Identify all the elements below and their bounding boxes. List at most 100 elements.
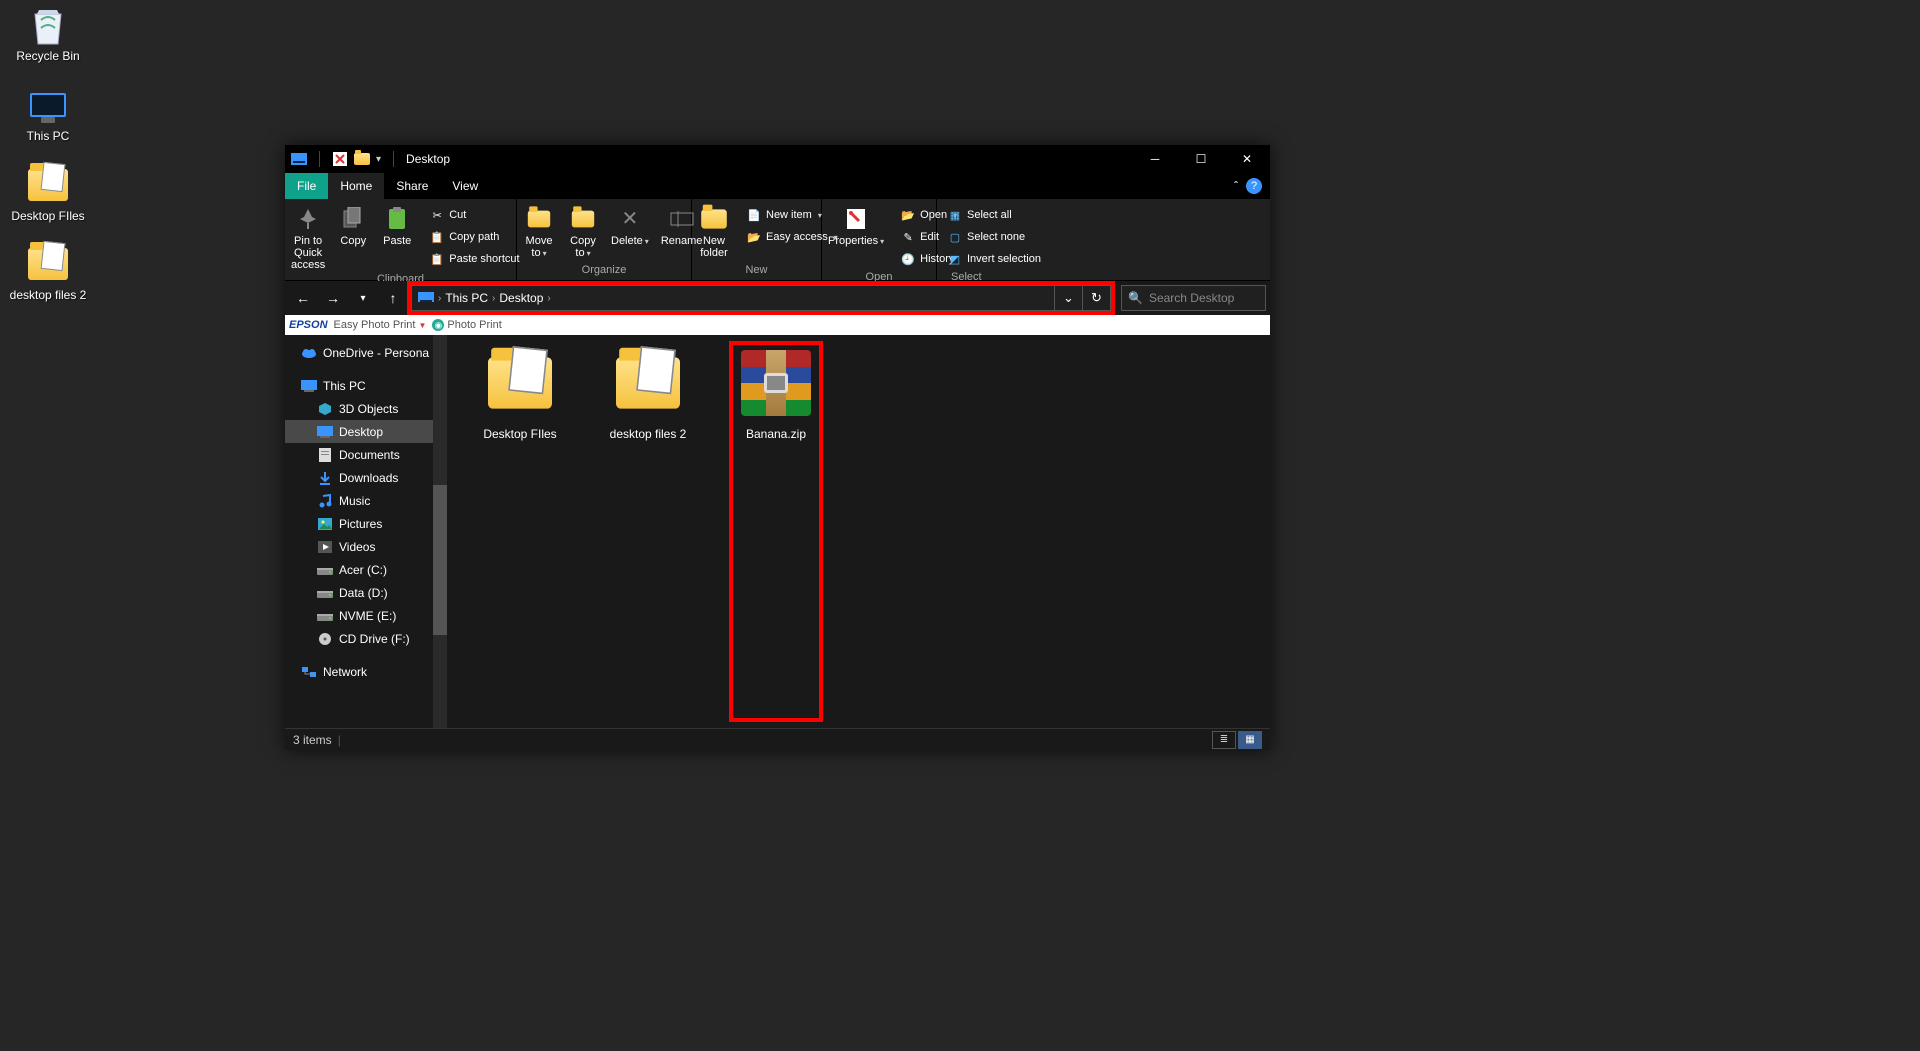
3d-icon xyxy=(317,401,333,417)
qat-properties-icon[interactable] xyxy=(332,151,348,167)
sidebar-item-cd-drive-f[interactable]: CD Drive (F:) xyxy=(285,627,447,650)
forward-button[interactable]: → xyxy=(319,284,347,312)
refresh-button[interactable]: ↻ xyxy=(1083,285,1111,311)
sidebar-item-pictures[interactable]: Pictures xyxy=(285,512,447,535)
address-history-button[interactable]: ⌄ xyxy=(1055,285,1083,311)
pin-icon xyxy=(292,205,324,233)
easy-access-icon: 📂 xyxy=(746,229,762,245)
epson-toolbar: EPSON Easy Photo Print ▼ ◉Photo Print xyxy=(285,315,1270,335)
sidebar-item-label: CD Drive (F:) xyxy=(339,632,410,646)
sidebar-item-label: NVME (E:) xyxy=(339,609,396,623)
epson-logo: EPSON xyxy=(289,319,328,331)
system-menu-icon[interactable] xyxy=(291,151,307,167)
net-icon xyxy=(301,664,317,680)
breadcrumb-desktop[interactable]: Desktop xyxy=(499,291,543,305)
desktop-icon-desktop-files[interactable]: Desktop FIles xyxy=(8,164,88,224)
sidebar-item-label: Network xyxy=(323,665,367,679)
sidebar-item-videos[interactable]: Videos xyxy=(285,535,447,558)
sidebar-item-music[interactable]: Music xyxy=(285,489,447,512)
tab-file[interactable]: File xyxy=(285,173,328,199)
move-to-icon xyxy=(523,205,555,233)
desktop-icon-this-pc[interactable]: This PC xyxy=(8,84,88,144)
large-icons-view-button[interactable]: ▦ xyxy=(1238,731,1262,749)
group-label-new: New xyxy=(692,264,821,280)
sidebar-item-network[interactable]: Network xyxy=(285,660,447,683)
sidebar-item-label: Data (D:) xyxy=(339,586,388,600)
sidebar-item-label: Desktop xyxy=(339,425,383,439)
pc-icon xyxy=(317,424,333,440)
doc-icon xyxy=(317,447,333,463)
delete-button[interactable]: ✕ Delete▾ xyxy=(605,203,655,249)
pin-to-quick-access-button[interactable]: Pin to Quick access xyxy=(285,203,331,273)
status-bar: 3 items | ≣ ▦ xyxy=(285,728,1270,750)
paste-shortcut-icon: 📋 xyxy=(429,251,445,267)
help-button[interactable]: ? xyxy=(1246,178,1262,194)
minimize-ribbon-button[interactable]: ˆ xyxy=(1234,179,1238,193)
history-icon: 🕘 xyxy=(900,251,916,267)
file-explorer-window: ▾ Desktop ─ ☐ ✕ File Home Share View ˆ ?… xyxy=(285,145,1270,750)
sidebar-item-documents[interactable]: Documents xyxy=(285,443,447,466)
breadcrumb-this-pc[interactable]: This PC xyxy=(445,291,488,305)
paste-button[interactable]: Paste xyxy=(375,203,419,249)
tab-view[interactable]: View xyxy=(440,173,490,199)
new-folder-button[interactable]: New folder xyxy=(692,203,736,261)
navigation-bar: ← → ▾ ↑ › This PC › Desktop › ⌄ ↻ 🔍 Sear… xyxy=(285,281,1270,315)
sidebar-item-3d-objects[interactable]: 3D Objects xyxy=(285,397,447,420)
invert-selection-button[interactable]: ◩Invert selection xyxy=(941,249,1047,269)
details-view-button[interactable]: ≣ xyxy=(1212,731,1236,749)
new-folder-icon xyxy=(698,205,730,233)
pc-icon xyxy=(301,378,317,394)
explorer-body: ˆ OneDrive - PersonaThis PC3D ObjectsDes… xyxy=(285,335,1270,728)
sidebar-item-nvme-e[interactable]: NVME (E:) xyxy=(285,604,447,627)
sidebar-item-this-pc[interactable]: This PC xyxy=(285,374,447,397)
copy-icon xyxy=(337,205,369,233)
down-icon xyxy=(317,470,333,486)
desktop-icon-recycle-bin[interactable]: Recycle Bin xyxy=(8,4,88,64)
drive-icon xyxy=(317,585,333,601)
search-input[interactable]: 🔍 Search Desktop xyxy=(1121,285,1266,311)
open-icon: 📂 xyxy=(900,207,916,223)
sidebar-item-desktop[interactable]: Desktop xyxy=(285,420,447,443)
minimize-button[interactable]: ─ xyxy=(1132,145,1178,173)
group-label-organize: Organize xyxy=(517,264,691,280)
sidebar-item-label: Music xyxy=(339,494,370,508)
copy-path-button[interactable]: 📋Copy path xyxy=(423,227,525,247)
copy-to-button[interactable]: Copy to▾ xyxy=(561,203,605,261)
cloud-icon xyxy=(301,345,317,361)
properties-icon xyxy=(840,205,872,233)
close-button[interactable]: ✕ xyxy=(1224,145,1270,173)
tab-share[interactable]: Share xyxy=(384,173,440,199)
move-to-button[interactable]: Move to▾ xyxy=(517,203,561,261)
file-banana-zip[interactable]: Banana.zip xyxy=(721,345,831,718)
tab-home[interactable]: Home xyxy=(328,173,384,199)
desktop-icon-desktop-files-2[interactable]: desktop files 2 xyxy=(8,243,88,303)
select-all-button[interactable]: ▦Select all xyxy=(941,205,1047,225)
folder-desktop-files-2[interactable]: desktop files 2 xyxy=(593,345,703,718)
maximize-button[interactable]: ☐ xyxy=(1178,145,1224,173)
sidebar-item-downloads[interactable]: Downloads xyxy=(285,466,447,489)
folder-desktop-files[interactable]: Desktop FIles xyxy=(465,345,575,718)
desktop-icon-label: Desktop FIles xyxy=(8,210,88,224)
file-view[interactable]: Desktop FIlesdesktop files 2Banana.zip xyxy=(447,335,1270,728)
sidebar-item-data-d[interactable]: Data (D:) xyxy=(285,581,447,604)
copy-button[interactable]: Copy xyxy=(331,203,375,249)
folder-icon xyxy=(610,345,686,421)
title-bar: ▾ Desktop ─ ☐ ✕ xyxy=(285,145,1270,173)
sidebar-item-label: Downloads xyxy=(339,471,398,485)
back-button[interactable]: ← xyxy=(289,284,317,312)
qat-new-folder-icon[interactable] xyxy=(354,151,370,167)
select-none-button[interactable]: ▢Select none xyxy=(941,227,1047,247)
qat-customize-icon[interactable]: ▾ xyxy=(376,154,381,165)
address-bar[interactable]: › This PC › Desktop › ⌄ ↻ xyxy=(411,285,1111,311)
epson-photo-print[interactable]: ◉Photo Print xyxy=(432,319,501,331)
up-button[interactable]: ↑ xyxy=(379,284,407,312)
sidebar-item-onedrive-persona[interactable]: OneDrive - Persona xyxy=(285,341,447,364)
sidebar-item-acer-c[interactable]: Acer (C:) xyxy=(285,558,447,581)
recent-locations-button[interactable]: ▾ xyxy=(349,284,377,312)
cut-button[interactable]: ✂Cut xyxy=(423,205,525,225)
epson-easy-photo-print[interactable]: Easy Photo Print ▼ xyxy=(334,319,427,331)
sidebar-item-label: Pictures xyxy=(339,517,382,531)
sidebar-scrollbar-thumb[interactable] xyxy=(433,485,447,635)
paste-shortcut-button[interactable]: 📋Paste shortcut xyxy=(423,249,525,269)
properties-button[interactable]: Properties▾ xyxy=(822,203,890,249)
